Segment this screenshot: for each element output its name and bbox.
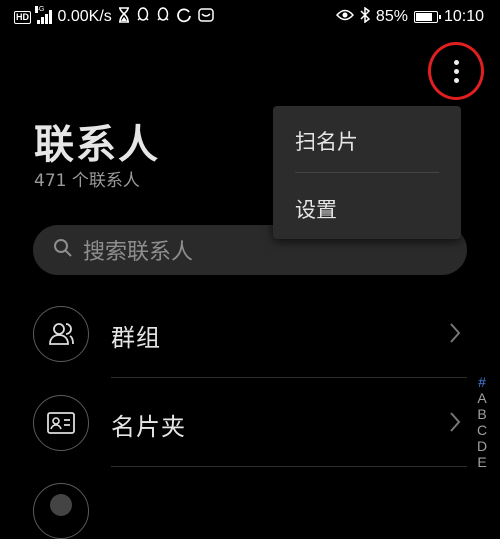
menu-item-scan-card[interactable]: 扫名片 xyxy=(295,126,358,156)
network-gen-label: 4G xyxy=(35,6,45,13)
search-placeholder: 搜索联系人 xyxy=(83,240,194,265)
list-item-label: 群组 xyxy=(111,324,161,352)
alphabet-index[interactable]: # A B C D E xyxy=(474,374,490,470)
index-letter[interactable]: D xyxy=(474,438,490,454)
status-bar-right: 85% 10:10 xyxy=(335,6,484,28)
signal-icon: 4G xyxy=(35,6,52,24)
chevron-right-icon xyxy=(449,411,461,437)
menu-divider xyxy=(295,172,439,173)
divider xyxy=(111,377,467,378)
more-dot xyxy=(453,77,459,83)
group-icon xyxy=(33,306,89,362)
page-title: 联系人 xyxy=(34,122,160,168)
qq-icon xyxy=(136,6,150,28)
app-icon xyxy=(198,7,214,28)
chevron-right-icon xyxy=(449,322,461,348)
circle-icon xyxy=(176,7,192,28)
avatar[interactable] xyxy=(33,483,89,539)
index-letter[interactable]: B xyxy=(474,406,490,422)
status-time: 10:10 xyxy=(443,8,484,25)
network-speed: 0.00K/s xyxy=(57,8,112,25)
card-holder-icon xyxy=(33,395,89,451)
battery-percent: 85% xyxy=(375,8,408,25)
list-item-card-holder[interactable]: 名片夹 xyxy=(33,395,473,455)
overflow-menu: 扫名片 设置 xyxy=(273,106,461,239)
battery-fill xyxy=(415,13,433,21)
more-dot xyxy=(453,59,459,65)
eye-icon xyxy=(335,8,354,26)
menu-item-settings[interactable]: 设置 xyxy=(295,194,337,224)
hourglass-icon xyxy=(118,6,130,28)
index-letter[interactable]: # xyxy=(474,374,490,390)
bluetooth-icon xyxy=(360,6,371,28)
hd-badge: HD xyxy=(14,10,31,24)
more-options-button[interactable] xyxy=(428,42,484,100)
qq-icon xyxy=(156,6,170,28)
contact-count: 471 个联系人 xyxy=(34,171,140,191)
divider xyxy=(111,466,467,467)
status-bar-left: HD 4G 0.00K/s xyxy=(14,6,214,28)
list-item-label: 名片夹 xyxy=(111,413,186,441)
index-letter[interactable]: E xyxy=(474,454,490,470)
index-letter[interactable]: A xyxy=(474,390,490,406)
index-letter[interactable]: C xyxy=(474,422,490,438)
list-item-groups[interactable]: 群组 xyxy=(33,306,473,366)
battery-icon xyxy=(413,11,441,23)
status-bar: HD 4G 0.00K/s 85% 10:10 xyxy=(0,0,500,34)
more-dot xyxy=(453,68,459,74)
search-icon xyxy=(53,238,73,262)
